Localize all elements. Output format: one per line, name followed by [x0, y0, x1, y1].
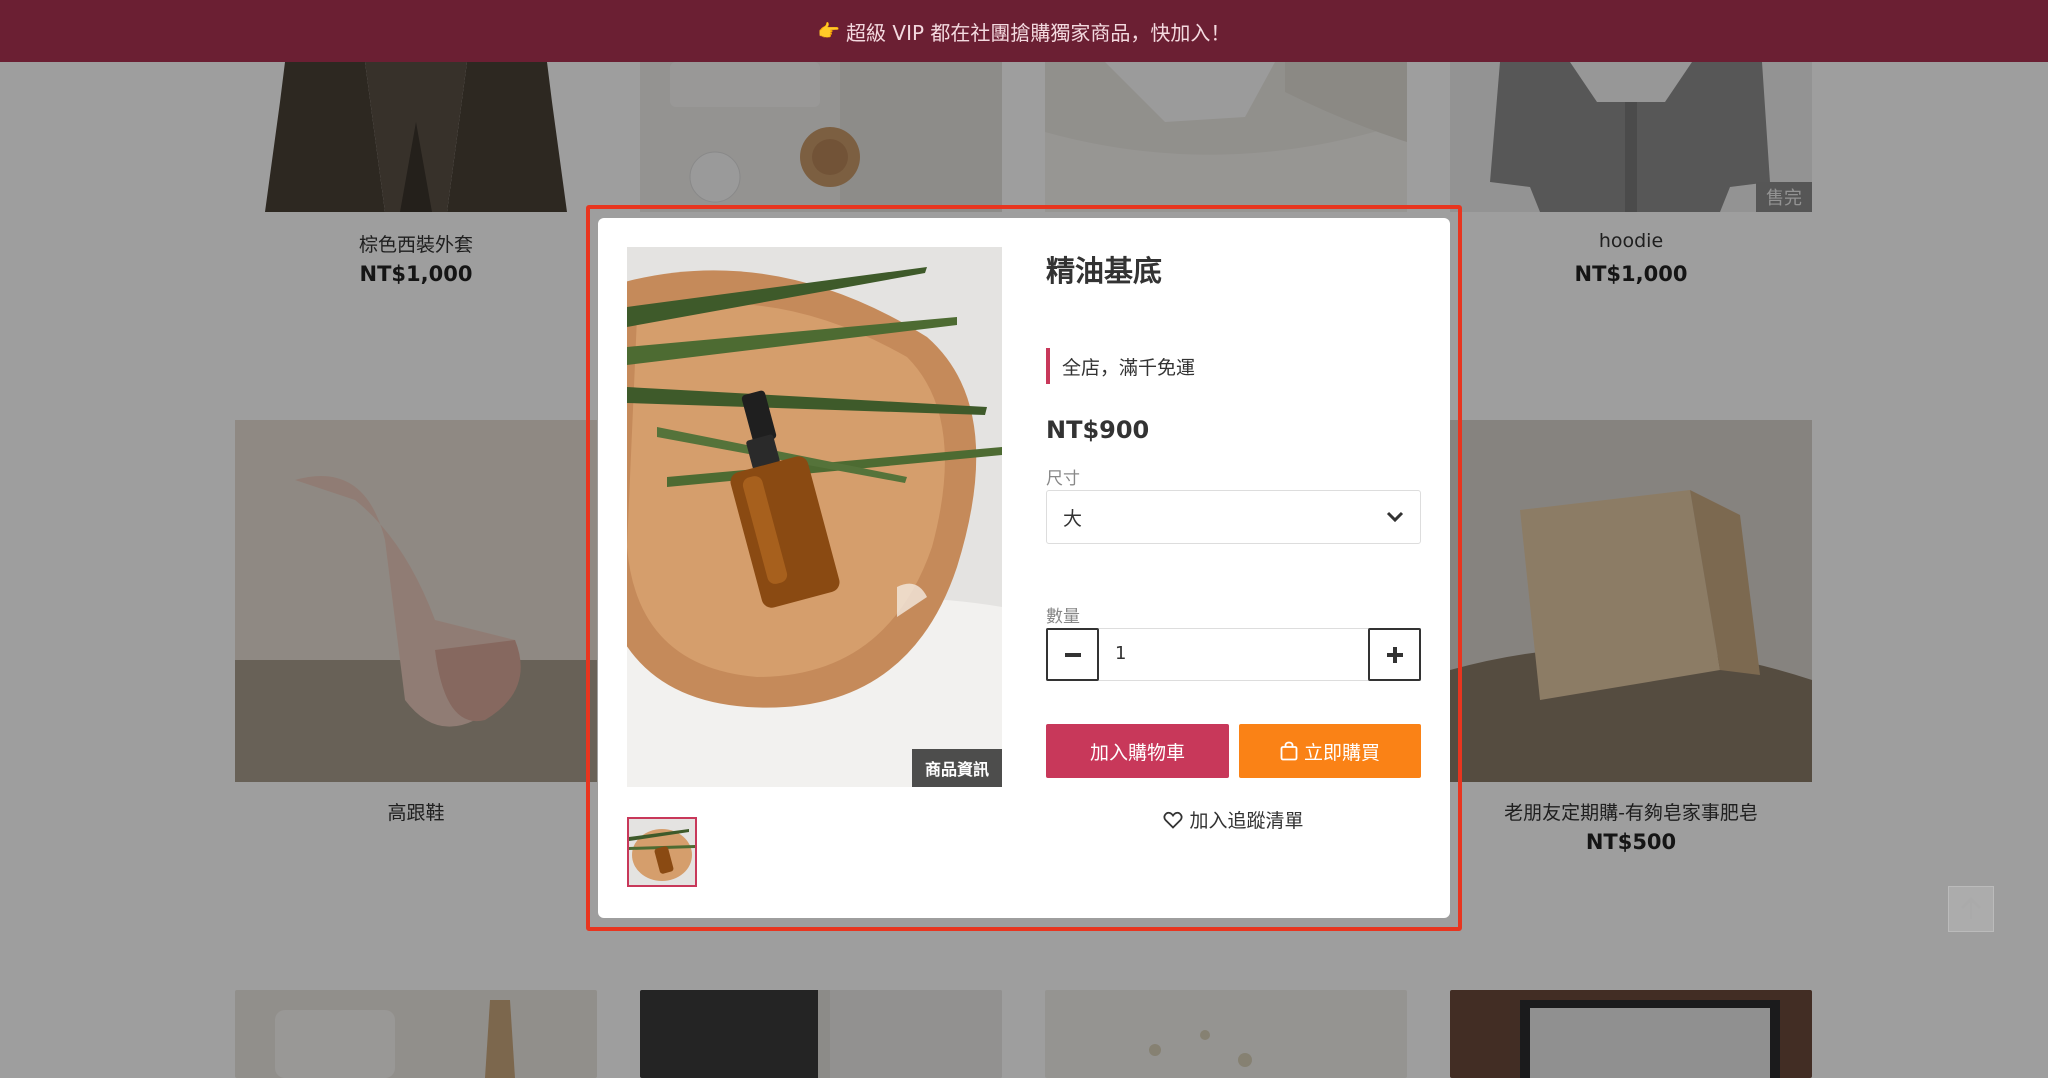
wishlist-label: 加入追蹤清單 — [1189, 810, 1304, 832]
increase-quantity-button[interactable] — [1368, 628, 1421, 681]
arrow-up-icon — [1961, 897, 1981, 919]
buy-now-button[interactable]: 立即購買 — [1239, 724, 1421, 778]
add-to-cart-button[interactable]: 加入購物車 — [1046, 724, 1229, 778]
buy-now-label: 立即購買 — [1303, 741, 1380, 764]
size-selected-value: 大 — [1063, 507, 1083, 530]
size-select[interactable]: 大 — [1046, 490, 1421, 544]
add-to-wishlist-link[interactable]: 加入追蹤清單 — [1046, 806, 1421, 833]
product-thumbnail[interactable] — [627, 817, 697, 887]
add-to-cart-label: 加入購物車 — [1089, 741, 1185, 764]
promo-banner: 全店，滿千免運 — [1046, 348, 1195, 384]
heart-icon — [1163, 811, 1184, 829]
product-info-tag[interactable]: 商品資訊 — [911, 749, 1002, 787]
product-title: 精油基底 — [1046, 254, 1163, 288]
announcement-bar[interactable]: 👉 超級 VIP 都在社團搶購獨家商品，快加入！ — [0, 0, 2048, 62]
minus-icon — [1064, 652, 1081, 657]
product-main-image[interactable]: 商品資訊 — [627, 247, 1002, 787]
quantity-label: 數量 — [1046, 607, 1080, 627]
shopping-bag-icon — [1280, 741, 1298, 761]
pointing-hand-icon: 👉 — [817, 20, 841, 42]
chevron-down-icon — [1386, 511, 1404, 523]
quick-view-modal: 商品資訊 精油基底 全店，滿千免運 NT$900 尺寸 大 數量 1 加入購物車… — [598, 218, 1450, 918]
plus-icon — [1386, 646, 1403, 663]
quantity-stepper: 1 — [1046, 628, 1421, 681]
product-price: NT$900 — [1046, 416, 1150, 444]
announcement-text: 超級 VIP 都在社團搶購獨家商品，快加入！ — [846, 20, 1231, 45]
decrease-quantity-button[interactable] — [1046, 628, 1099, 681]
scroll-to-top-button[interactable] — [1948, 886, 1994, 932]
quantity-input[interactable]: 1 — [1115, 643, 1126, 664]
size-label: 尺寸 — [1046, 469, 1080, 489]
